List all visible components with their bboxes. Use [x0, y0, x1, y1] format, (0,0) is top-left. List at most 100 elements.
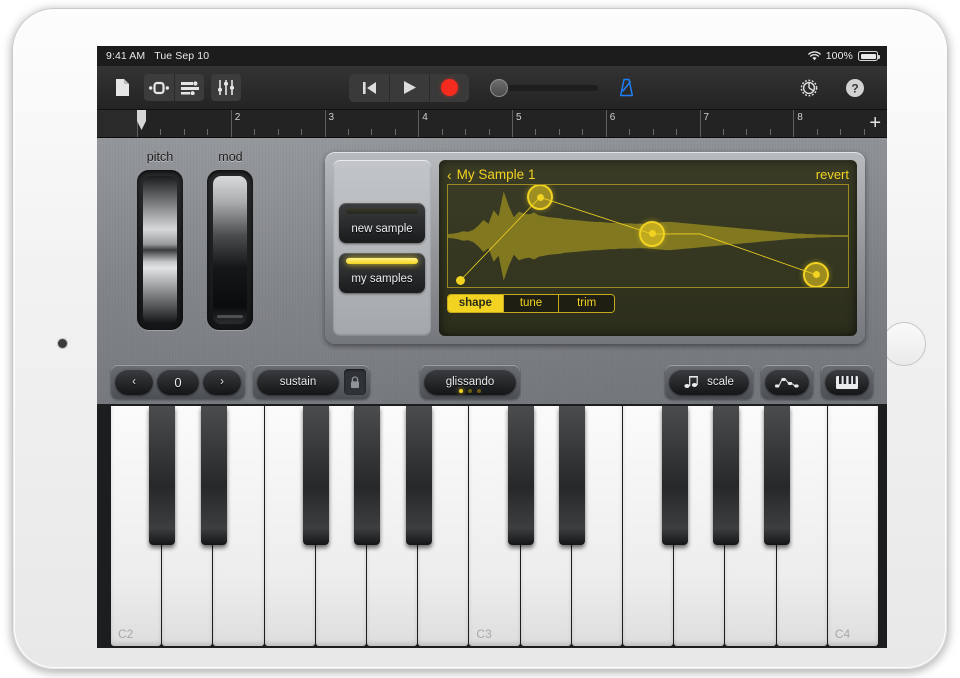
envelope-handle-release[interactable]	[803, 261, 829, 287]
my-samples-button[interactable]: my samples	[339, 253, 425, 293]
settings-button[interactable]	[794, 74, 824, 101]
envelope-handle-decay-sustain[interactable]	[639, 220, 665, 247]
black-key[interactable]	[405, 406, 432, 546]
sample-name[interactable]: My Sample 1	[457, 167, 536, 182]
gear-icon	[799, 78, 819, 98]
black-key[interactable]	[354, 406, 381, 546]
lock-icon[interactable]	[344, 369, 366, 395]
scale-control[interactable]: scale	[665, 365, 753, 399]
black-key[interactable]	[200, 406, 227, 546]
ruler-tick	[160, 129, 162, 135]
help-icon: ?	[845, 78, 865, 98]
toolbar-right-group: ?	[794, 74, 877, 101]
tab-tune[interactable]: tune	[503, 295, 560, 312]
play-button[interactable]	[389, 73, 429, 102]
ruler-bar-mark: 5	[512, 110, 522, 137]
glissando-control[interactable]: glissando	[420, 365, 520, 399]
mod-wheel-label: mod	[218, 150, 243, 164]
ruler-bar-number: 2	[234, 112, 241, 123]
ruler-tick	[488, 129, 490, 135]
document-icon	[115, 78, 130, 97]
ruler-tick	[465, 129, 467, 135]
ruler-bar-number: 3	[328, 112, 335, 123]
record-icon	[441, 79, 458, 96]
sampler-instrument: pitch mod new sample my samples ‹ My Sam…	[97, 138, 887, 648]
track-view-icon	[180, 80, 199, 95]
svg-text:?: ?	[851, 81, 858, 95]
master-volume-slider[interactable]	[490, 78, 598, 97]
record-button[interactable]	[429, 73, 469, 102]
black-key[interactable]	[559, 406, 586, 546]
ruler-tick	[183, 129, 185, 135]
timeline-ruler[interactable]: 12345678 +	[97, 110, 887, 138]
ruler-tick	[863, 129, 865, 135]
battery-full-icon	[858, 51, 880, 61]
sustain-button[interactable]: sustain	[257, 369, 339, 395]
new-sample-button[interactable]: new sample	[339, 203, 425, 243]
wifi-icon	[807, 51, 821, 61]
handle-center	[812, 271, 820, 279]
glissando-dots	[424, 389, 516, 393]
loop-browser-icon	[149, 81, 169, 95]
black-key[interactable]	[713, 406, 740, 546]
mod-wheel[interactable]: mod	[197, 150, 263, 330]
ruler-bars[interactable]: 12345678	[137, 110, 887, 137]
keyboard-layout-control[interactable]	[821, 365, 873, 399]
ruler-bar-mark: 4	[418, 110, 428, 137]
my-songs-button[interactable]	[107, 74, 137, 101]
strip-right-group: scale	[665, 365, 873, 399]
ruler-tick	[676, 129, 678, 135]
back-chevron-icon[interactable]: ‹	[447, 168, 452, 182]
octave-down-button[interactable]: ‹	[115, 369, 153, 395]
handle-center	[648, 230, 656, 238]
volume-knob[interactable]	[490, 78, 508, 97]
help-button[interactable]: ?	[840, 74, 870, 101]
glissando-label: glissando	[445, 376, 495, 388]
my-samples-led	[346, 258, 418, 264]
keyboard-icon	[835, 375, 859, 390]
black-key[interactable]	[508, 406, 535, 546]
status-bar: 9:41 AM Tue Sep 10 100%	[97, 46, 887, 66]
tab-shape[interactable]: shape	[448, 295, 504, 312]
mixer-button[interactable]	[211, 74, 241, 101]
ruler-bar-number: 6	[609, 112, 616, 123]
black-key[interactable]	[149, 406, 176, 546]
metronome-icon	[618, 78, 635, 97]
metronome-button[interactable]	[618, 78, 635, 97]
envelope-handle-start[interactable]	[455, 276, 465, 286]
revert-button[interactable]: revert	[816, 167, 849, 182]
rewind-button[interactable]	[349, 74, 389, 102]
black-key[interactable]	[661, 406, 688, 546]
key-label: C4	[834, 627, 851, 641]
add-track-button[interactable]: +	[869, 113, 881, 133]
ruler-bar-mark: 8	[793, 110, 803, 137]
instrument-upper-panel: pitch mod new sample my samples ‹ My Sam…	[97, 138, 887, 360]
track-view-button[interactable]	[174, 74, 204, 101]
black-key[interactable]	[764, 406, 791, 546]
piano-keyboard[interactable]: C2 C3 C4	[97, 404, 887, 648]
white-key[interactable]: C4	[827, 406, 879, 646]
arpeggiator-control[interactable]	[761, 365, 813, 399]
pitch-wheel-label: pitch	[146, 150, 174, 164]
keyboard-keys: C2 C3 C4	[111, 406, 879, 646]
playhead[interactable]	[137, 110, 146, 130]
ruler-tick	[394, 129, 396, 135]
sampler-console: new sample my samples ‹ My Sample 1 reve…	[325, 152, 865, 344]
ipad-device-frame: 9:41 AM Tue Sep 10 100% ? 2 3 4 5 6 7 8 …	[12, 8, 948, 670]
ruler-tick	[535, 129, 537, 135]
transport-controls	[349, 73, 635, 102]
home-button[interactable]	[882, 322, 926, 366]
black-key[interactable]	[303, 406, 330, 546]
ruler-head-pad	[97, 110, 137, 137]
status-time: 9:41 AM	[106, 50, 146, 62]
pitch-wheel[interactable]: pitch	[127, 150, 193, 330]
envelope-graph[interactable]	[447, 184, 849, 288]
ruler-tick	[347, 129, 349, 135]
tab-trim[interactable]: trim	[559, 295, 614, 312]
play-icon	[403, 80, 417, 95]
octave-up-button[interactable]: ›	[203, 369, 241, 395]
ruler-bar-number: 8	[797, 112, 803, 123]
ruler-tick	[558, 129, 560, 135]
key-label: C3	[476, 627, 492, 641]
loop-browser-button[interactable]	[144, 74, 174, 101]
